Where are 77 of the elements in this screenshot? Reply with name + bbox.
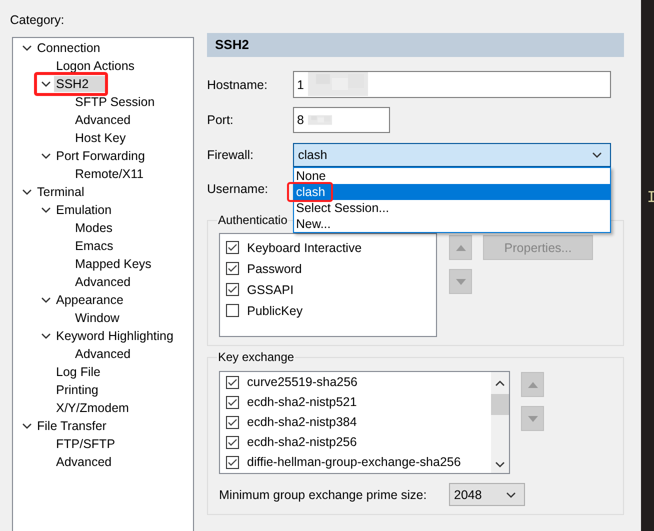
tree-item[interactable]: Advanced bbox=[56, 454, 116, 470]
triangle-down-icon bbox=[528, 416, 538, 422]
checkbox[interactable] bbox=[226, 241, 239, 254]
dropdown[interactable]: 2048 bbox=[449, 483, 525, 506]
chevron-icon bbox=[506, 490, 516, 500]
tree-item[interactable]: Keyword Highlighting bbox=[56, 328, 178, 344]
tree-item[interactable]: Remote/X11 bbox=[75, 166, 148, 182]
checkbox-label: GSSAPI bbox=[247, 282, 294, 296]
tree-item[interactable]: X/Y/Zmodem bbox=[56, 400, 133, 416]
tree-item[interactable]: Advanced bbox=[75, 274, 135, 290]
tree-item[interactable]: FTP/SFTP bbox=[56, 436, 120, 452]
dropdown-option[interactable]: New... bbox=[294, 216, 610, 232]
chevron-icon[interactable] bbox=[22, 421, 32, 431]
triangle-up-icon bbox=[528, 382, 538, 388]
chevron-icon[interactable] bbox=[41, 205, 51, 215]
field-label: Hostname: bbox=[207, 78, 268, 92]
checkbox[interactable] bbox=[226, 416, 239, 428]
tree-item[interactable]: Appearance bbox=[56, 292, 128, 308]
chevron-icon[interactable] bbox=[41, 295, 51, 305]
checkbox[interactable] bbox=[226, 436, 239, 448]
checkbox-label: ecdh-sha2-nistp521 bbox=[247, 395, 357, 409]
tree-item[interactable]: Logon Actions bbox=[56, 58, 139, 74]
chevron-icon bbox=[592, 150, 602, 160]
field-label: Username: bbox=[207, 182, 270, 196]
chevron-icon[interactable] bbox=[41, 79, 51, 89]
checkbox[interactable] bbox=[226, 456, 239, 468]
tree-item[interactable]: Emulation bbox=[56, 202, 116, 218]
scrollbar[interactable] bbox=[491, 372, 509, 473]
checkbox-label: Password bbox=[247, 262, 302, 276]
text-field[interactable]: 1 bbox=[293, 71, 611, 98]
checkbox-label: ecdh-sha2-nistp256 bbox=[247, 435, 357, 449]
tree-item[interactable]: Mapped Keys bbox=[75, 256, 156, 272]
text-field[interactable]: 8 bbox=[293, 107, 390, 133]
tree-item[interactable]: Port Forwarding bbox=[56, 148, 149, 164]
tree-item[interactable]: Log File bbox=[56, 364, 104, 380]
chevron-icon[interactable] bbox=[41, 331, 51, 341]
dropdown[interactable]: clash bbox=[293, 143, 611, 167]
tree-item[interactable]: SFTP Session bbox=[75, 94, 159, 110]
checkbox-label: Keyboard Interactive bbox=[247, 240, 362, 254]
tree-item[interactable]: Terminal bbox=[37, 184, 88, 200]
tree-item[interactable]: Window bbox=[75, 310, 124, 326]
checkbox[interactable] bbox=[226, 262, 239, 275]
field-label: Minimum group exchange prime size: bbox=[219, 488, 428, 502]
tree-item[interactable]: File Transfer bbox=[37, 418, 110, 434]
dropdown-option[interactable]: clash bbox=[294, 184, 610, 200]
chevron-icon[interactable] bbox=[41, 151, 51, 161]
group-title: Authenticatio bbox=[217, 213, 288, 227]
checkbox-label: curve25519-sha256 bbox=[247, 375, 358, 389]
section-header: SSH2 bbox=[207, 33, 624, 57]
tree-item[interactable]: Advanced bbox=[75, 112, 135, 128]
tree-item[interactable]: Emacs bbox=[75, 238, 118, 254]
checkbox-label: diffie-hellman-group-exchange-sha256 bbox=[247, 455, 461, 469]
tree-item[interactable]: Advanced bbox=[75, 346, 135, 362]
category-label: Category: bbox=[10, 13, 66, 28]
dropdown-option[interactable]: Select Session... bbox=[294, 200, 610, 216]
field-label: Firewall: bbox=[207, 148, 255, 162]
checkbox[interactable] bbox=[226, 283, 239, 296]
chevron-up-icon bbox=[495, 380, 505, 386]
checkbox[interactable] bbox=[226, 376, 239, 388]
checkbox[interactable] bbox=[226, 304, 239, 317]
checkbox-label: PublicKey bbox=[247, 304, 303, 318]
scrollbar-thumb[interactable] bbox=[491, 394, 509, 415]
checkbox[interactable] bbox=[226, 396, 239, 408]
triangle-up-icon bbox=[456, 244, 466, 250]
tree-item[interactable]: SSH2 bbox=[54, 76, 105, 92]
chevron-icon[interactable] bbox=[22, 43, 32, 53]
chevron-down-icon bbox=[495, 462, 505, 468]
chevron-icon[interactable] bbox=[22, 187, 32, 197]
field-label: Port: bbox=[207, 113, 234, 127]
tree-item[interactable]: Host Key bbox=[75, 130, 130, 146]
checkbox-label: ecdh-sha2-nistp384 bbox=[247, 415, 357, 429]
tree-item[interactable]: Connection bbox=[37, 40, 104, 56]
tree-item[interactable]: Printing bbox=[56, 382, 102, 398]
group-title: Key exchange bbox=[217, 350, 296, 364]
dropdown-option[interactable]: None bbox=[294, 168, 610, 184]
tree-item[interactable]: Modes bbox=[75, 220, 117, 236]
triangle-down-icon bbox=[456, 278, 466, 284]
